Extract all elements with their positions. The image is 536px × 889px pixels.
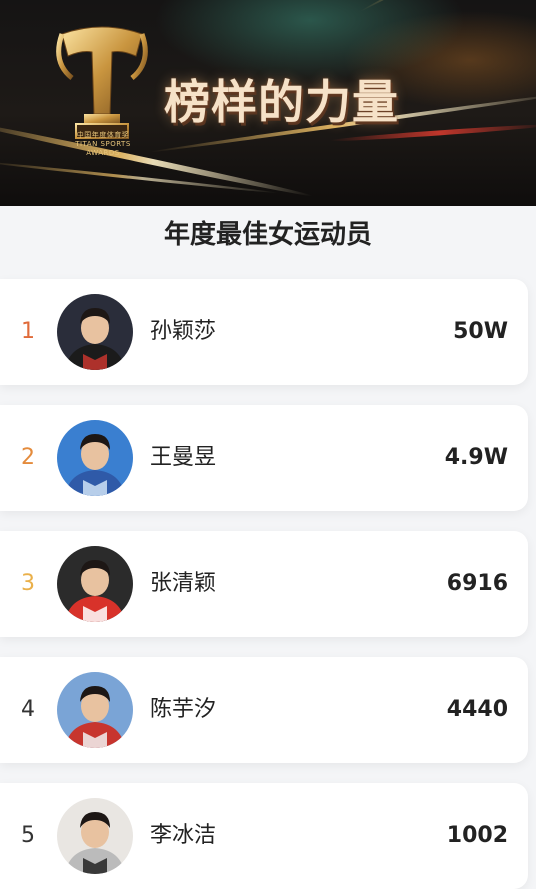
brand-caption: 中国年度体育奖 TITAN SPORTS AWARDS [58, 131, 148, 158]
athlete-photo-icon [57, 546, 133, 622]
athlete-card[interactable]: 2 王曼昱 4.9W [0, 405, 528, 511]
rank-number: 1 [21, 319, 35, 344]
athlete-card[interactable]: 4 陈芋汐 4440 [0, 657, 528, 763]
brand-cn: 中国年度体育奖 [76, 131, 130, 139]
vote-count: 50W [453, 319, 508, 344]
athlete-card[interactable]: 3 张清颖 6916 [0, 531, 528, 637]
athlete-name: 孙颖莎 [150, 319, 217, 344]
athlete-name: 李冰洁 [150, 823, 217, 848]
vote-count: 4.9W [444, 445, 508, 470]
athlete-name: 张清颖 [150, 571, 217, 596]
athlete-card[interactable]: 5 李冰洁 1002 [0, 783, 528, 889]
brand-en: TITAN SPORTS AWARDS [75, 140, 131, 157]
section-title: 年度最佳女运动员 [163, 220, 372, 250]
athlete-photo-icon [57, 420, 133, 496]
athlete-name: 王曼昱 [150, 445, 217, 470]
athlete-card[interactable]: 1 孙颖莎 50W [0, 279, 528, 385]
banner-slogan: 榜样的力量 [164, 75, 399, 129]
rank-number: 2 [21, 445, 35, 470]
vote-count: 6916 [446, 571, 508, 596]
athlete-avatar[interactable] [57, 798, 133, 874]
athlete-avatar[interactable] [57, 546, 133, 622]
athlete-photo-icon [57, 294, 133, 370]
vote-count: 1002 [446, 823, 508, 848]
rank-number: 4 [21, 697, 35, 722]
athlete-name: 陈芋汐 [150, 697, 217, 722]
athlete-avatar[interactable] [57, 672, 133, 748]
rank-number: 5 [21, 823, 35, 848]
light-streak [359, 0, 536, 13]
athlete-avatar[interactable] [57, 420, 133, 496]
athlete-avatar[interactable] [57, 294, 133, 370]
header-banner: 中国年度体育奖 TITAN SPORTS AWARDS 榜样的力量 [0, 0, 536, 206]
vote-count: 4440 [446, 697, 508, 722]
athlete-photo-icon [57, 672, 133, 748]
athlete-photo-icon [57, 798, 133, 874]
rank-number: 3 [21, 571, 35, 596]
